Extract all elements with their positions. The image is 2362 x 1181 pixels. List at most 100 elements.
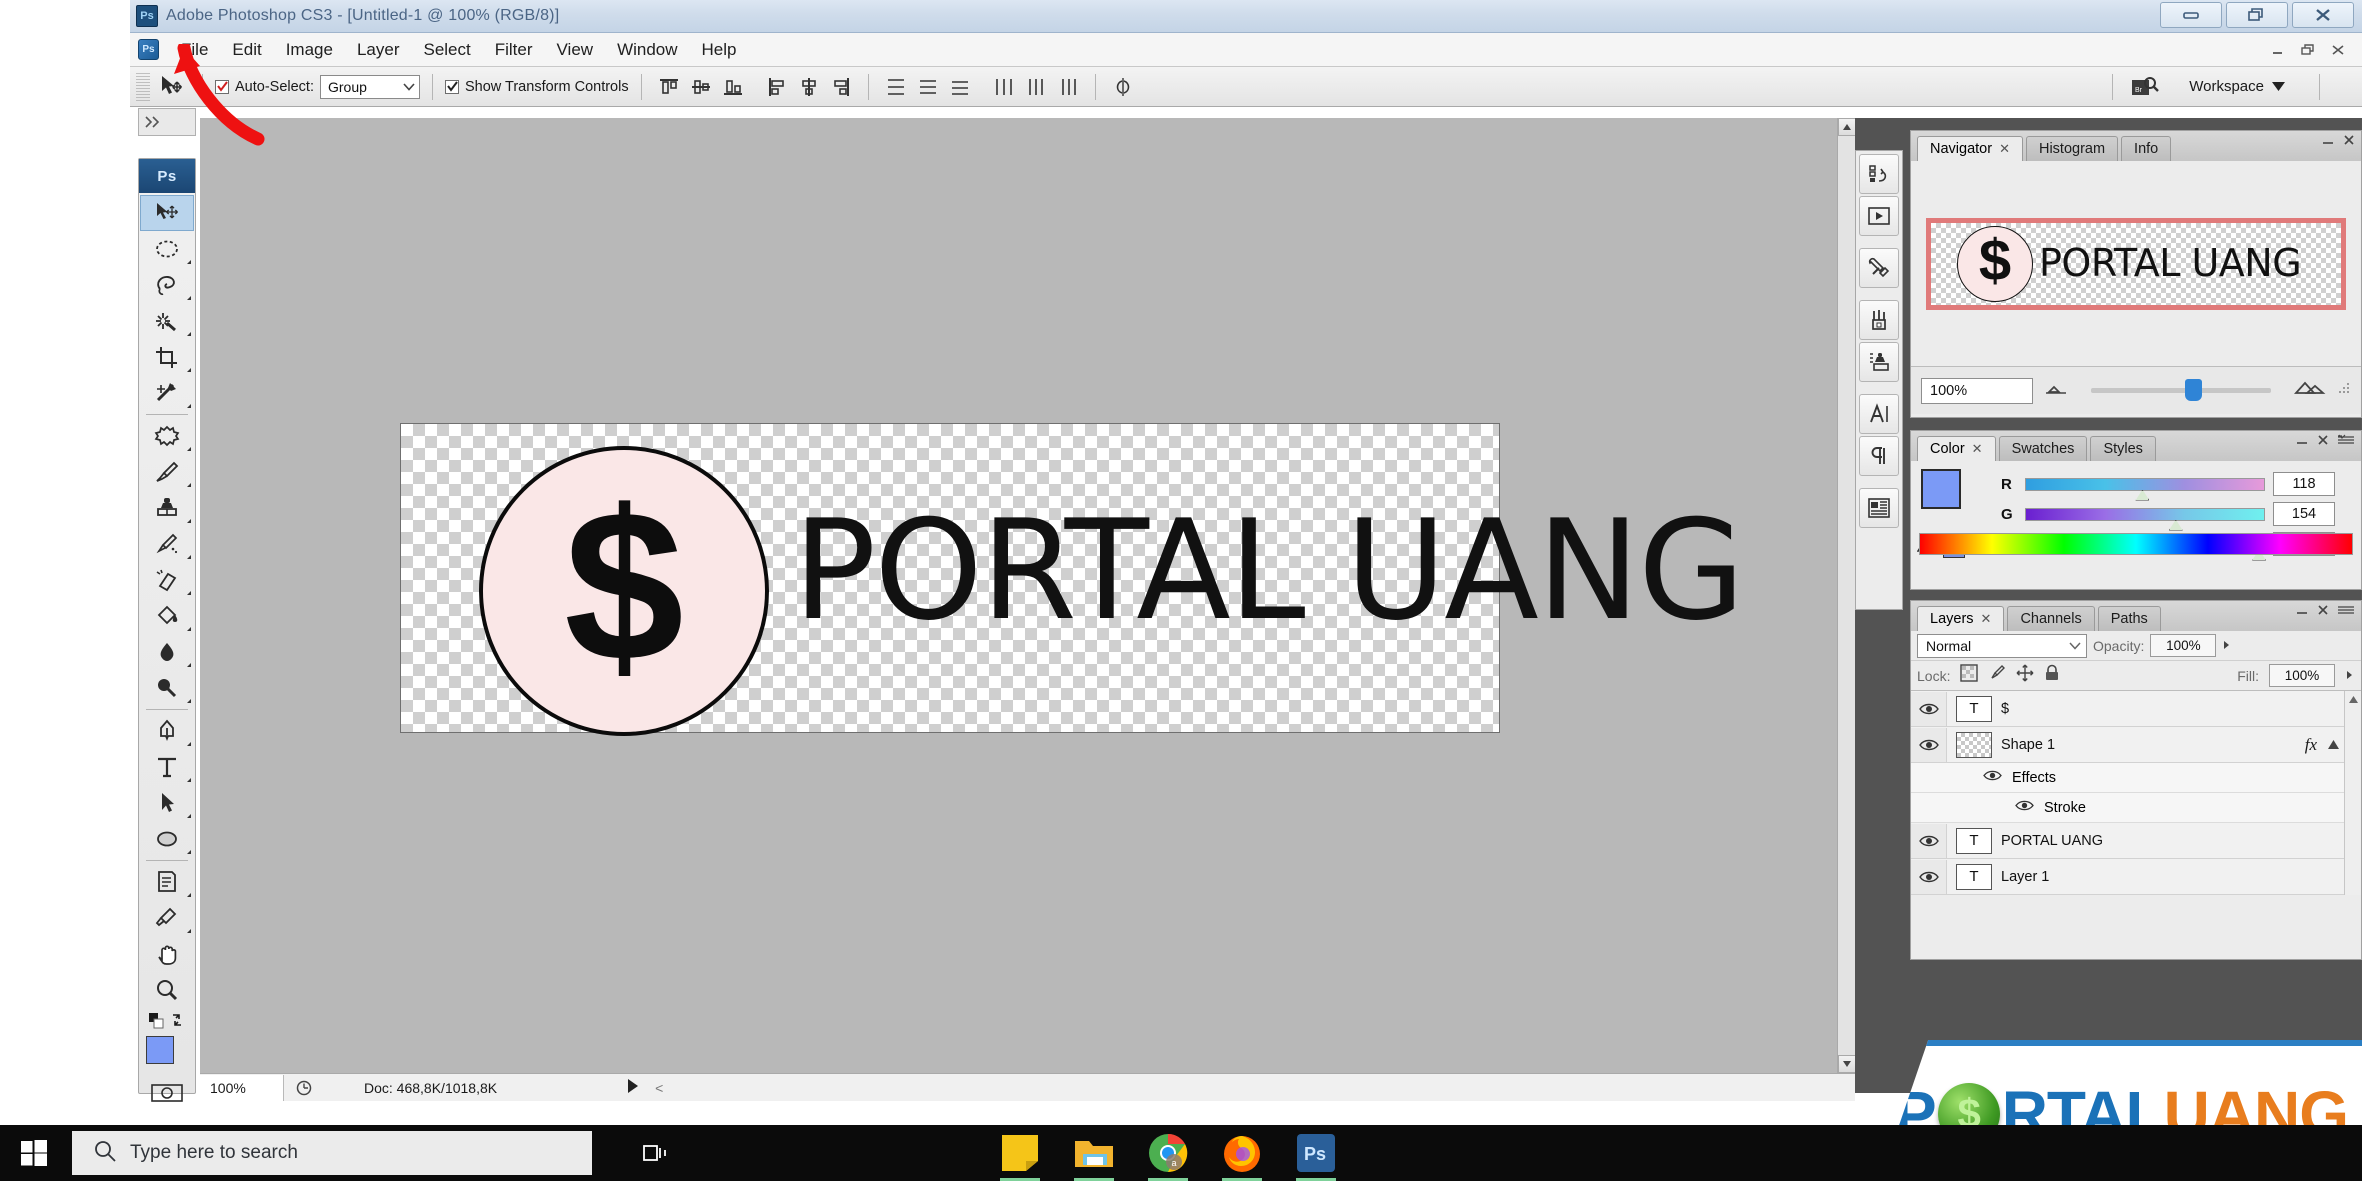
tool-notes-tool[interactable] [140, 864, 194, 900]
opacity-flyout-arrow-icon[interactable] [2222, 637, 2232, 655]
navigator-preview[interactable]: $ PORTAL UANG [1911, 161, 2361, 366]
logo-circle-shape[interactable]: $ [479, 446, 769, 736]
align-vertical-centers-icon[interactable] [686, 73, 716, 101]
layer-shape-thumbnail[interactable] [1956, 732, 1992, 758]
channel-g-value[interactable]: 154 [2273, 502, 2335, 526]
stroke-label[interactable]: Stroke [2044, 800, 2086, 816]
clone-source-panel-icon[interactable] [1859, 342, 1899, 382]
tool-hand-tool[interactable] [140, 936, 194, 972]
artboard[interactable]: $ PORTAL UANG [400, 423, 1500, 733]
navigator-zoom-slider[interactable] [2091, 388, 2271, 393]
effects-label[interactable]: Effects [2012, 770, 2056, 786]
layers-scroll-up-icon[interactable] [2345, 691, 2361, 707]
tool-zoom-tool[interactable] [140, 972, 194, 1008]
tool-pen-tool[interactable] [140, 713, 194, 749]
auto-select-dropdown[interactable]: Group [320, 75, 420, 99]
color-panel-foreground-swatch[interactable] [1921, 469, 1961, 509]
close-button[interactable] [2292, 2, 2354, 28]
tab-navigator[interactable]: Navigator ✕ [1917, 136, 2023, 161]
move-tool-icon[interactable] [154, 72, 188, 102]
tool-dodge-tool[interactable] [140, 670, 194, 706]
mozilla-firefox-app-icon[interactable] [1220, 1131, 1264, 1175]
quick-mask-mode-icon[interactable] [144, 1080, 190, 1106]
toolbox-collapse-bar[interactable] [138, 108, 196, 136]
layer-row-layer-1[interactable]: T Layer 1 [1911, 859, 2361, 895]
layer-type-thumbnail[interactable]: T [1956, 864, 1992, 890]
sticky-notes-app-icon[interactable] [998, 1131, 1042, 1175]
layers-scrollbar[interactable] [2344, 691, 2361, 895]
stroke-visibility-eye-icon[interactable] [2015, 799, 2034, 816]
layer-effects-row[interactable]: Effects [1911, 763, 2361, 793]
minimize-button[interactable] [2160, 2, 2222, 28]
distribute-bottom-edges-icon[interactable] [945, 73, 975, 101]
windows-start-icon[interactable] [0, 1125, 68, 1181]
tool-healing-brush-tool[interactable] [140, 418, 194, 454]
tab-info[interactable]: Info [2121, 136, 2171, 161]
panel-menu-icon[interactable] [2337, 433, 2355, 451]
taskbar-search-box[interactable]: Type here to search [72, 1131, 592, 1175]
layer-stroke-row[interactable]: Stroke [1911, 793, 2361, 823]
paragraph-panel-icon[interactable] [1859, 436, 1899, 476]
layer-list[interactable]: T $ Shape 1 fx Effects [1911, 691, 2361, 895]
color-panel-swatches[interactable] [1921, 469, 1979, 527]
options-bar-gripper[interactable] [136, 73, 150, 101]
menu-window[interactable]: Window [605, 37, 689, 63]
tab-histogram[interactable]: Histogram [2026, 136, 2118, 161]
menu-filter[interactable]: Filter [483, 37, 545, 63]
lock-all-icon[interactable] [2044, 664, 2060, 687]
layer-visibility-eye-icon[interactable] [1911, 860, 1947, 894]
auto-align-layers-icon[interactable] [1108, 73, 1138, 101]
distribute-right-edges-icon[interactable] [1053, 73, 1083, 101]
navigator-resize-grip[interactable] [2337, 381, 2351, 400]
tab-styles[interactable]: Styles [2090, 436, 2156, 461]
layer-visibility-eye-icon[interactable] [1911, 824, 1947, 858]
layer-effects-fx-icon[interactable]: fx [2305, 735, 2317, 755]
doc-restore-button[interactable] [2294, 38, 2322, 62]
timing-icon[interactable] [284, 1080, 324, 1096]
color-ramp[interactable] [1919, 533, 2353, 555]
scroll-up-arrow-icon[interactable] [1838, 118, 1855, 136]
large-mountain-icon[interactable] [2293, 379, 2327, 402]
tool-brush-tool[interactable] [140, 454, 194, 490]
foreground-color-swatch[interactable] [146, 1036, 174, 1064]
scroll-down-arrow-icon[interactable] [1838, 1055, 1855, 1073]
channel-g-knob[interactable] [2169, 520, 2183, 531]
tool-elliptical-marquee-tool[interactable] [140, 231, 194, 267]
panel-minimize-button[interactable] [2295, 603, 2309, 621]
go-to-bridge-icon[interactable]: Br [2125, 73, 2165, 101]
opacity-value[interactable]: 100% [2150, 634, 2216, 657]
lock-transparent-pixels-icon[interactable] [1960, 664, 1978, 687]
tool-lasso-tool[interactable] [140, 267, 194, 303]
panel-menu-icon[interactable] [2337, 603, 2355, 621]
channel-r-slider[interactable] [2025, 478, 2265, 491]
tool-eraser-tool[interactable] [140, 562, 194, 598]
color-swatches[interactable] [144, 1036, 190, 1080]
layer-visibility-eye-icon[interactable] [1911, 692, 1947, 726]
channel-r-knob[interactable] [2135, 490, 2149, 501]
logo-text[interactable]: PORTAL UANG [793, 502, 1743, 640]
status-zoom-field[interactable]: 100% [200, 1075, 284, 1101]
tool-presets-panel-icon[interactable] [1859, 248, 1899, 288]
navigator-zoom-knob[interactable] [2185, 379, 2202, 401]
align-right-edges-icon[interactable] [826, 73, 856, 101]
character-panel-icon[interactable] [1859, 394, 1899, 434]
menu-view[interactable]: View [545, 37, 606, 63]
layer-row-portal-uang[interactable]: T PORTAL UANG [1911, 823, 2361, 859]
layer-expand-arrow-icon[interactable] [2328, 737, 2339, 753]
canvas-vertical-scrollbar[interactable] [1837, 118, 1855, 1073]
tool-horizontal-type-tool[interactable] [140, 749, 194, 785]
navigator-zoom-field[interactable]: 100% [1921, 378, 2033, 404]
panel-close-button[interactable] [2317, 433, 2329, 451]
layer-comps-panel-icon[interactable] [1859, 488, 1899, 528]
lock-position-icon[interactable] [2016, 664, 2034, 687]
menu-select[interactable]: Select [411, 37, 482, 63]
distribute-vertical-centers-icon[interactable] [913, 73, 943, 101]
fill-flyout-arrow-icon[interactable] [2345, 667, 2355, 685]
align-left-edges-icon[interactable] [762, 73, 792, 101]
history-panel-icon[interactable] [1859, 154, 1899, 194]
effects-visibility-eye-icon[interactable] [1983, 769, 2002, 786]
tool-path-selection-tool[interactable] [140, 785, 194, 821]
brushes-panel-icon[interactable] [1859, 300, 1899, 340]
default-colors-icon[interactable] [144, 1008, 190, 1034]
menu-file[interactable]: File [169, 37, 220, 63]
